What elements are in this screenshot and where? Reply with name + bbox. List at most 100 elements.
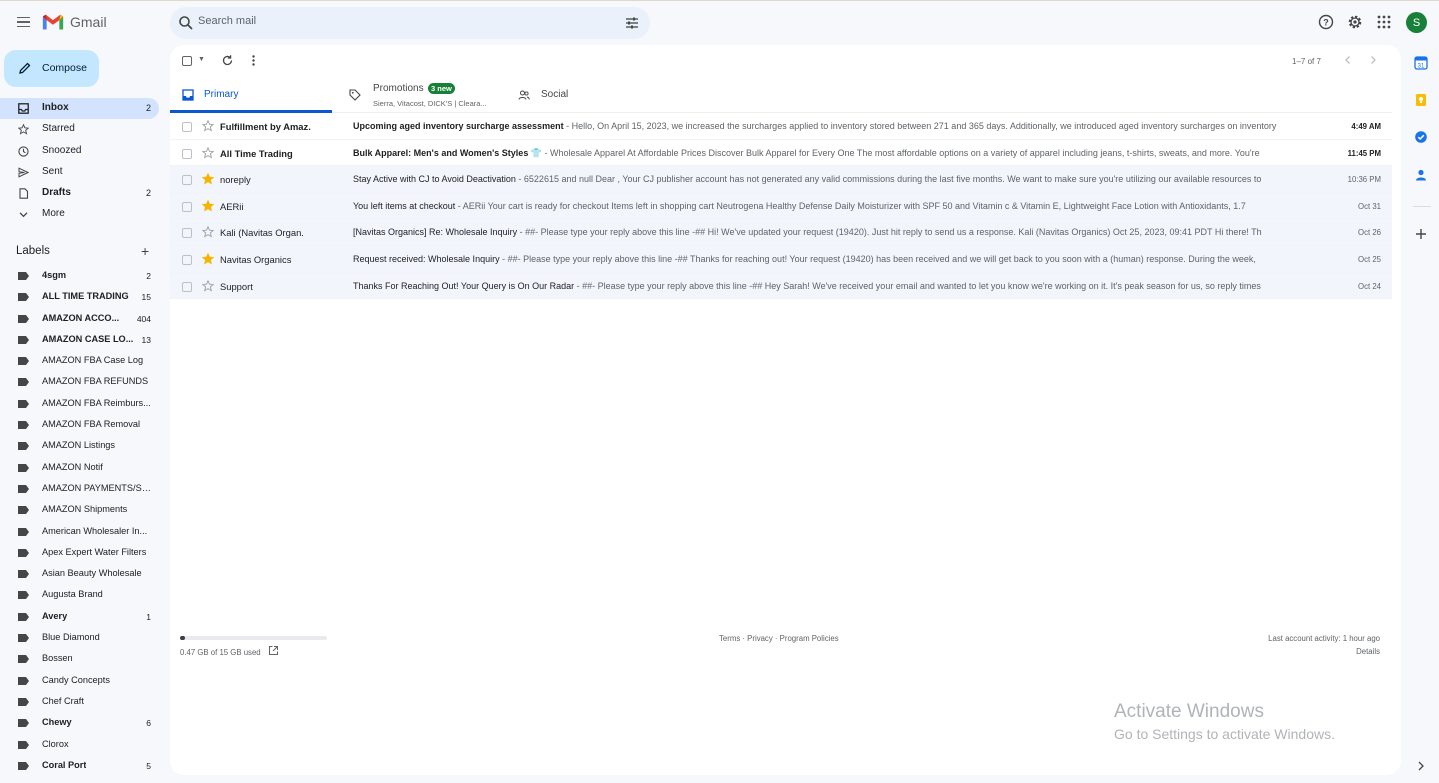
sidebar-item-sent[interactable]: Sent xyxy=(0,162,159,183)
email-date: 11:45 PM xyxy=(1347,148,1381,158)
label-tag-icon xyxy=(18,506,29,515)
email-row[interactable]: Fulfillment by Amaz. Upcoming aged invent… xyxy=(170,113,1392,140)
nav-label: Sent xyxy=(42,165,63,177)
search-input[interactable] xyxy=(198,15,578,27)
privacy-link[interactable]: Privacy xyxy=(747,634,773,643)
sidebar-item-inbox[interactable]: Inbox 2 xyxy=(0,98,159,120)
gmail-logo[interactable]: Gmail xyxy=(42,13,107,31)
sidebar-label-item[interactable]: Clorox xyxy=(0,734,159,755)
email-row[interactable]: Navitas Organics Request received: Wholes… xyxy=(170,245,1392,273)
label-tag-icon xyxy=(18,548,29,557)
open-external-icon[interactable] xyxy=(268,645,279,656)
email-subject: Bulk Apparel: Men's and Women's Styles 👕 xyxy=(353,147,543,158)
sidebar-label-item[interactable]: Coral Port 5 xyxy=(0,755,159,776)
sidebar-label-item[interactable]: ALL TIME TRADING 15 xyxy=(0,286,159,307)
sidebar-item-drafts[interactable]: Drafts 2 xyxy=(0,183,159,204)
email-row[interactable]: All Time Trading Bulk Apparel: Men's and … xyxy=(170,139,1392,167)
star-icon[interactable] xyxy=(202,226,214,238)
sidebar-item-snoozed[interactable]: Snoozed xyxy=(0,141,159,162)
star-icon[interactable] xyxy=(202,120,214,132)
sidebar-label-item[interactable]: AMAZON CASE LO... 13 xyxy=(0,329,159,350)
label-tag-icon xyxy=(18,272,29,280)
account-avatar[interactable]: S xyxy=(1406,12,1427,33)
sidebar-label-item[interactable]: Avery 1 xyxy=(0,606,159,627)
star-icon[interactable] xyxy=(202,279,214,292)
main-menu-icon[interactable] xyxy=(12,11,34,33)
compose-button[interactable]: Compose xyxy=(4,50,99,87)
email-row[interactable]: Support Thanks For Reaching Out! Your Que… xyxy=(170,272,1392,300)
email-row[interactable]: noreply Stay Active with CJ to Avoid Deac… xyxy=(170,166,1392,193)
label-count: 1 xyxy=(146,611,151,622)
sidebar-label-item[interactable]: Asian Beauty Wholesale xyxy=(0,563,159,584)
nav-label: Drafts xyxy=(42,187,71,199)
add-addon-plus-icon[interactable] xyxy=(1414,227,1428,241)
sidebar-label-item[interactable]: AMAZON Shipments xyxy=(0,499,159,520)
starred-icon[interactable] xyxy=(202,173,214,185)
chevron-left-icon[interactable] xyxy=(1342,54,1354,66)
row-checkbox[interactable] xyxy=(182,228,192,239)
clock-icon xyxy=(18,145,29,157)
program-policies-link[interactable]: Program Policies xyxy=(780,634,839,643)
help-icon[interactable]: ? xyxy=(1317,13,1335,31)
expand-panel-chevron-icon[interactable] xyxy=(1414,759,1428,773)
sidebar-label-item[interactable]: Augusta Brand xyxy=(0,584,159,605)
sidebar-label-item[interactable]: AMAZON Listings xyxy=(0,435,159,456)
email-snippet: - AERii Your cart is ready for checkout … xyxy=(455,200,1246,211)
details-link[interactable]: Details xyxy=(1356,647,1380,656)
sidebar-label-item[interactable]: Candy Concepts xyxy=(0,670,159,691)
row-checkbox[interactable] xyxy=(182,148,192,159)
label-name: Candy Concepts xyxy=(42,674,110,685)
keep-icon[interactable] xyxy=(1414,93,1428,107)
row-checkbox[interactable] xyxy=(182,122,192,132)
sidebar-label-item[interactable]: AMAZON FBA Removal xyxy=(0,414,159,435)
windows-watermark-subtitle: Go to Settings to activate Windows. xyxy=(1114,726,1335,742)
chevron-right-icon[interactable] xyxy=(1367,54,1379,66)
terms-link[interactable]: Terms xyxy=(719,634,740,643)
row-checkbox[interactable] xyxy=(182,175,192,186)
tab-promotions[interactable]: Promotions 3 new Sierra, Vitacost, DICK'… xyxy=(332,77,502,113)
apps-grid-icon[interactable] xyxy=(1375,13,1393,31)
create-label-plus-icon[interactable]: + xyxy=(141,244,149,258)
row-checkbox[interactable] xyxy=(182,201,192,212)
calendar-icon[interactable]: 31 xyxy=(1414,56,1428,70)
sidebar-label-item[interactable]: Chef Craft xyxy=(0,691,159,712)
tab-primary[interactable]: Primary xyxy=(170,77,332,113)
sidebar-label-item[interactable]: Bossen xyxy=(0,648,159,669)
search-options-icon[interactable] xyxy=(624,15,640,31)
label-tag-icon xyxy=(18,591,29,600)
sidebar-label-item[interactable]: 4sgm 2 xyxy=(0,265,159,286)
row-checkbox[interactable] xyxy=(182,254,192,265)
starred-icon[interactable] xyxy=(202,199,214,212)
tab-social[interactable]: Social xyxy=(502,77,672,113)
sidebar-label-item[interactable]: AMAZON Notif xyxy=(0,457,159,478)
sidebar-label-item[interactable]: Blue Diamond xyxy=(0,627,159,648)
sidebar-item-starred[interactable]: Starred xyxy=(0,119,159,140)
settings-gear-icon[interactable] xyxy=(1346,13,1364,31)
sidebar-label-item[interactable]: American Wholesaler In... xyxy=(0,521,159,542)
email-row[interactable]: AERii You left items at checkout - AERii … xyxy=(170,192,1392,220)
nav-count: 2 xyxy=(145,103,151,113)
select-all-checkbox[interactable] xyxy=(182,56,192,66)
tasks-icon[interactable] xyxy=(1414,130,1428,144)
sidebar-label-item[interactable]: Apex Expert Water Filters xyxy=(0,542,159,563)
sidebar-label-item[interactable]: AMAZON FBA REFUNDS xyxy=(0,371,159,392)
windows-watermark-title: Activate Windows xyxy=(1114,701,1264,722)
refresh-icon[interactable] xyxy=(221,54,234,67)
star-icon[interactable] xyxy=(202,146,214,159)
sidebar-label-item[interactable]: AMAZON FBA Case Log xyxy=(0,350,159,371)
select-caret-icon[interactable]: ▼ xyxy=(198,56,205,63)
starred-icon[interactable] xyxy=(202,252,214,265)
row-checkbox[interactable] xyxy=(182,281,192,292)
sidebar-item-more[interactable]: More xyxy=(0,204,159,225)
email-row[interactable]: Kali (Navitas Organ. [Navitas Organics] R… xyxy=(170,219,1392,246)
sidebar-label-item[interactable]: Chewy 6 xyxy=(0,712,159,733)
sidebar-label-item[interactable]: AMAZON FBA Reimburs... xyxy=(0,393,159,414)
search-icon[interactable] xyxy=(178,15,194,31)
sidebar-label-item[interactable]: AMAZON ACCO... 404 xyxy=(0,308,159,329)
email-date: Oct 31 xyxy=(1358,201,1381,211)
contacts-icon[interactable] xyxy=(1414,168,1428,182)
label-name: Chef Craft xyxy=(42,695,84,706)
sidebar-label-item[interactable]: AMAZON PAYMENTS/SE... xyxy=(0,478,159,499)
email-sender: All Time Trading xyxy=(220,147,293,159)
more-vert-icon[interactable] xyxy=(247,54,260,67)
